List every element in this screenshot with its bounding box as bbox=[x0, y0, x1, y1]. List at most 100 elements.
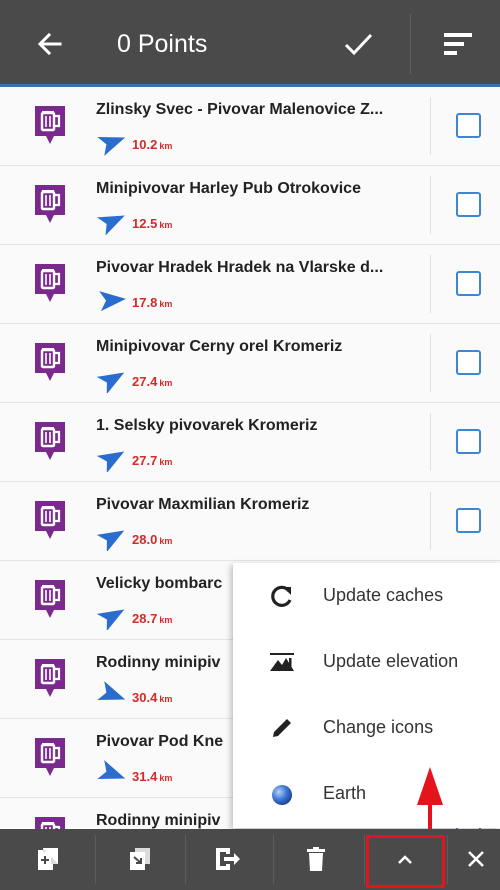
distance-label: 12.5 km bbox=[132, 215, 172, 233]
direction-arrow-icon bbox=[96, 609, 125, 630]
distance-label: 10.2 km bbox=[132, 136, 172, 154]
divider bbox=[410, 14, 411, 74]
distance-value: 17.8 bbox=[132, 295, 158, 310]
point-name: Pivovar Hradek Hradek na Vlarske d... bbox=[96, 259, 384, 276]
list-item[interactable]: Minipivovar Cerny orel Kromeriz 27.4 km bbox=[0, 324, 500, 403]
distance-unit: km bbox=[159, 141, 173, 151]
menu-item-label: Update elevation bbox=[323, 651, 459, 671]
distance-label: 30.4 km bbox=[132, 689, 172, 707]
beer-poi-icon bbox=[35, 106, 65, 144]
beer-poi-icon bbox=[35, 738, 65, 776]
beer-poi-icon bbox=[35, 817, 65, 829]
arrow-left-icon[interactable] bbox=[30, 24, 70, 64]
direction-arrow-icon bbox=[96, 215, 125, 235]
earth-globe-icon bbox=[272, 785, 292, 805]
divider bbox=[430, 255, 431, 313]
refresh-icon bbox=[271, 585, 292, 607]
distance-unit: km bbox=[159, 299, 173, 309]
distance-value: 27.7 bbox=[132, 453, 158, 468]
menu-item-update-caches[interactable]: Update caches bbox=[233, 563, 500, 629]
pencil-icon bbox=[273, 719, 291, 737]
list-item[interactable]: Pivovar Hradek Hradek na Vlarske d... 17.… bbox=[0, 245, 500, 324]
menu-item-change-icons[interactable]: Change icons bbox=[233, 695, 500, 761]
beer-poi-icon bbox=[35, 343, 65, 381]
direction-arrow-icon bbox=[99, 291, 126, 312]
distance-value: 12.5 bbox=[132, 216, 158, 231]
direction-arrow-icon bbox=[97, 681, 126, 700]
distance-label: 27.4 km bbox=[132, 373, 172, 391]
point-name: Zlinsky Svec - Pivovar Malenovice Z... bbox=[96, 101, 384, 118]
list-item[interactable]: 1. Selsky pivovarek Kromeriz 27.7 km bbox=[0, 403, 500, 482]
list-item[interactable]: Minipivovar Harley Pub Otrokovice 12.5 km bbox=[0, 166, 500, 245]
menu-item-earth[interactable]: Earth bbox=[233, 761, 500, 827]
add-to-folder-icon bbox=[38, 848, 58, 870]
distance-label: 31.4 km bbox=[132, 768, 172, 786]
list-item[interactable]: Pivovar Maxmilian Kromeriz 28.0 km bbox=[0, 482, 500, 561]
distance-value: 27.4 bbox=[132, 374, 158, 389]
point-name: Minipivovar Cerny orel Kromeriz bbox=[96, 338, 343, 355]
elevation-icon bbox=[270, 653, 294, 671]
menu-item-update-elevation[interactable]: Update elevation bbox=[233, 629, 500, 695]
close-icon bbox=[468, 851, 484, 867]
distance-unit: km bbox=[159, 220, 173, 230]
menu-item-label: Change icons bbox=[323, 717, 434, 737]
beer-poi-icon bbox=[35, 659, 65, 697]
sort-lines-icon[interactable] bbox=[440, 26, 476, 62]
list-item[interactable]: Zlinsky Svec - Pivovar Malenovice Z... 10… bbox=[0, 87, 500, 166]
beer-poi-icon bbox=[35, 580, 65, 618]
menu-item-label: Update caches bbox=[323, 585, 444, 605]
highlight-box bbox=[366, 835, 445, 888]
distance-unit: km bbox=[159, 536, 173, 546]
distance-label: 28.7 km bbox=[132, 610, 172, 628]
add-to-folder-button[interactable] bbox=[0, 829, 95, 890]
point-name: 1. Selsky pivovarek Kromeriz bbox=[96, 417, 318, 434]
page-title: 0 Points bbox=[117, 30, 208, 58]
export-icon bbox=[216, 848, 240, 870]
beer-poi-icon bbox=[35, 422, 65, 460]
select-checkbox[interactable] bbox=[456, 271, 481, 296]
select-checkbox[interactable] bbox=[456, 508, 481, 533]
distance-unit: km bbox=[159, 378, 173, 388]
distance-unit: km bbox=[159, 773, 173, 783]
menu-item-label: Earth bbox=[323, 783, 367, 803]
beer-poi-icon bbox=[35, 264, 65, 302]
export-button[interactable] bbox=[186, 829, 273, 890]
direction-arrow-icon bbox=[96, 451, 125, 472]
direction-arrow-icon bbox=[97, 137, 126, 156]
distance-unit: km bbox=[159, 457, 173, 467]
distance-value: 30.4 bbox=[132, 690, 158, 705]
beer-poi-icon bbox=[35, 501, 65, 539]
checkmark-icon[interactable] bbox=[338, 24, 378, 64]
direction-arrow-icon bbox=[96, 372, 125, 393]
distance-value: 28.7 bbox=[132, 611, 158, 626]
distance-value: 10.2 bbox=[132, 137, 158, 152]
distance-value: 28.0 bbox=[132, 532, 158, 547]
point-name: Pivovar Maxmilian Kromeriz bbox=[96, 496, 310, 513]
close-button[interactable] bbox=[448, 829, 500, 890]
beer-poi-icon bbox=[35, 185, 65, 223]
select-checkbox[interactable] bbox=[456, 113, 481, 138]
distance-label: 27.7 km bbox=[132, 452, 172, 470]
distance-label: 28.0 km bbox=[132, 531, 172, 549]
top-bar: 0 Points bbox=[0, 0, 500, 87]
distance-unit: km bbox=[159, 615, 173, 625]
divider bbox=[430, 413, 431, 471]
distance-unit: km bbox=[159, 694, 173, 704]
direction-arrow-icon bbox=[97, 760, 126, 779]
select-checkbox[interactable] bbox=[456, 350, 481, 375]
point-name: Minipivovar Harley Pub Otrokovice bbox=[96, 180, 361, 197]
delete-button[interactable] bbox=[274, 829, 364, 890]
select-checkbox[interactable] bbox=[456, 192, 481, 217]
select-checkbox[interactable] bbox=[456, 429, 481, 454]
delete-icon bbox=[307, 847, 325, 871]
direction-arrow-icon bbox=[96, 530, 125, 551]
divider bbox=[430, 97, 431, 155]
divider bbox=[430, 176, 431, 234]
divider bbox=[430, 492, 431, 550]
divider bbox=[430, 334, 431, 392]
more-menu: Update caches Update elevation Change ic… bbox=[233, 563, 500, 828]
distance-label: 17.8 km bbox=[132, 294, 172, 312]
move-to-folder-button[interactable] bbox=[96, 829, 185, 890]
distance-value: 31.4 bbox=[132, 769, 158, 784]
move-to-folder-icon bbox=[130, 848, 150, 870]
